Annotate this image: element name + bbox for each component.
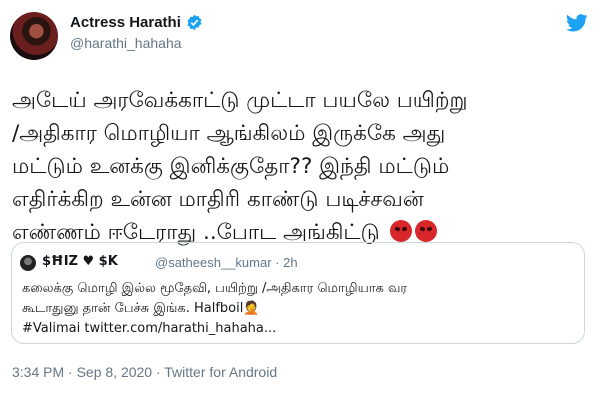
tweet-line: எதிர்க்கிற உன்ன மாதிரி காண்டு படிச்சவன் [12, 187, 424, 212]
tweet-timestamp[interactable]: 3:34 PM · Sep 8, 2020 · Twitter for Andr… [12, 364, 277, 380]
quoted-line[interactable]: #Valimai twitter.com/harathi_hahaha... [22, 319, 577, 339]
tweet-card: Actress Harathi @harathi_hahaha அடேய் அர… [0, 0, 600, 400]
tweet-line: மட்டும் உனக்கு இனிக்குதோ?? இந்தி மட்டும் [12, 154, 450, 179]
angry-face-icon [414, 220, 437, 242]
tweet-text: அடேய் அரவேக்காட்டு முட்டா பயலே பயிற்று /… [12, 84, 592, 249]
quoted-author-name: $ĦIZ ♥ $K [42, 254, 118, 269]
twitter-bird-icon[interactable] [566, 14, 588, 32]
tweet-line: அடேய் அரவேக்காட்டு முட்டா பயலே பயிற்று [12, 88, 468, 113]
quoted-author-avatar [20, 255, 36, 271]
tweet-line: /அதிகார மொழியா ஆங்கிலம் இருக்கே அது [12, 121, 446, 146]
author-avatar[interactable] [10, 12, 58, 60]
quoted-line: கலைக்கு மொழி இல்ல மூதேவி, பயிற்று /அதிகா… [22, 281, 408, 296]
quoted-line: கூடாதுனு தான் பேச்சு இங்க. Halfboil🤦 [22, 301, 260, 316]
verified-badge-icon [187, 14, 202, 31]
angry-face-icon [389, 220, 412, 242]
quoted-tweet-text: கலைக்கு மொழி இல்ல மூதேவி, பயிற்று /அதிகா… [22, 279, 577, 339]
author-name[interactable]: Actress Harathi [70, 14, 181, 31]
quoted-tweet[interactable]: $ĦIZ ♥ $K @satheesh__kumar · 2h கலைக்கு … [11, 242, 585, 344]
quoted-author-handle: @satheesh__kumar · 2h [155, 255, 298, 270]
author-handle[interactable]: @harathi_hahaha [70, 35, 182, 51]
